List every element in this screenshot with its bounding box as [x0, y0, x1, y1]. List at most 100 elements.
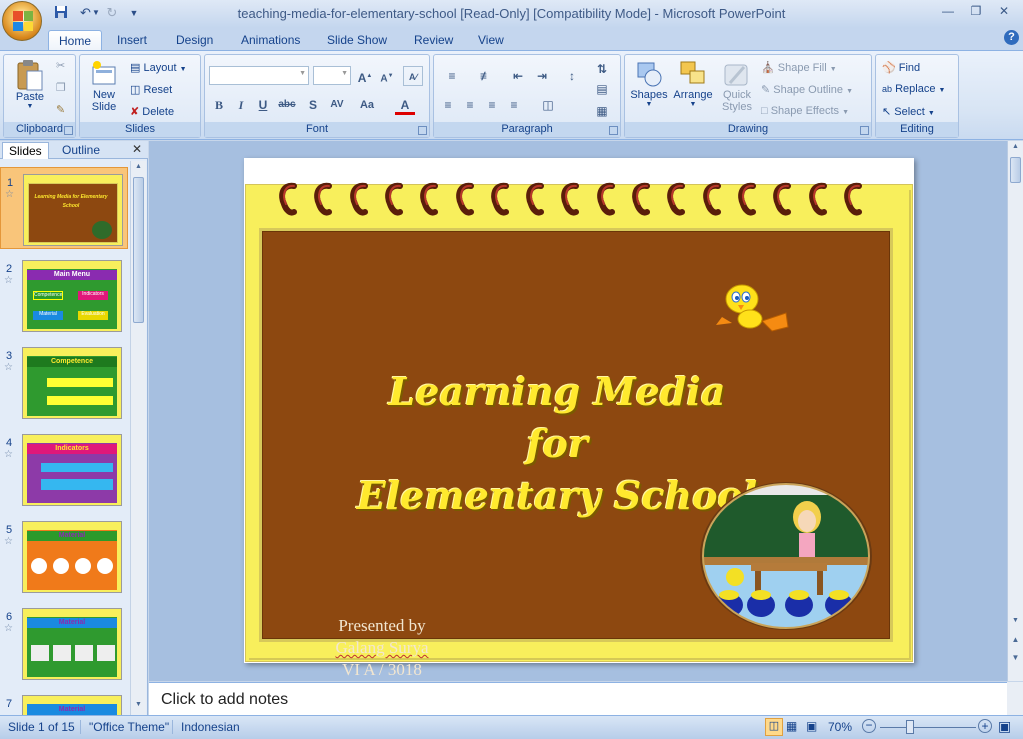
tab-slides[interactable]: Slides [2, 142, 49, 159]
shape-effects-button[interactable]: □ Shape Effects ▼ [761, 105, 849, 117]
tab-review[interactable]: Review [404, 30, 463, 51]
undo-dropdown-icon[interactable]: ▼ [92, 5, 100, 21]
decrease-indent-icon[interactable]: ⇤ [508, 66, 528, 86]
align-right-icon[interactable]: ≡ [482, 95, 502, 115]
slide-thumbnail-7[interactable]: 7 Material [0, 689, 128, 715]
thumbnail-scrollbar[interactable]: ▲ ▼ [130, 161, 146, 715]
scroll-thumb[interactable] [133, 177, 144, 323]
slide-sorter-icon[interactable]: ▦ [786, 719, 797, 733]
clear-formatting-icon[interactable]: A∕ [403, 66, 423, 86]
increase-indent-icon[interactable]: ⇥ [532, 66, 552, 86]
paste-dropdown-icon[interactable]: ▼ [12, 103, 48, 110]
scroll-down-icon[interactable]: ▼ [133, 701, 144, 713]
tab-design[interactable]: Design [166, 30, 223, 51]
quick-styles-button[interactable]: Quick Styles [717, 59, 757, 113]
bold-icon[interactable]: B [209, 95, 229, 115]
scroll-thumb[interactable] [1010, 157, 1021, 183]
undo-icon[interactable]: ↶ [70, 5, 91, 21]
shrink-font-icon[interactable]: A▼ [377, 66, 397, 86]
align-center-icon[interactable]: ≡ [460, 95, 480, 115]
replace-button[interactable]: ab Replace ▼ [882, 83, 945, 95]
shape-outline-button[interactable]: ✎ Shape Outline ▼ [761, 83, 853, 96]
underline-icon[interactable]: U [253, 95, 273, 115]
cut-icon[interactable]: ✂ [56, 59, 65, 72]
slide-thumbnail-1[interactable]: 1 ☆ Learning Media for Elementary School [0, 167, 128, 249]
scroll-up-icon[interactable]: ▲ [1010, 143, 1021, 155]
format-painter-icon[interactable]: ✎ [56, 103, 65, 116]
italic-icon[interactable]: I [231, 95, 251, 115]
restore-button[interactable]: ❐ [963, 2, 989, 20]
slide-canvas[interactable]: Learning Media for Elementary School Pre… [244, 158, 914, 679]
font-launcher-icon[interactable] [418, 126, 427, 135]
presenter-info[interactable]: Presented by Galang Surya VI A / 3018 [317, 615, 447, 681]
theme-name[interactable]: "Office Theme" [80, 720, 169, 734]
tab-insert[interactable]: Insert [107, 30, 157, 51]
zoom-slider[interactable] [880, 727, 976, 728]
tab-animations[interactable]: Animations [231, 30, 310, 51]
redo-icon[interactable]: ↻ [104, 5, 120, 21]
new-slide-button[interactable]: New Slide [86, 59, 122, 113]
delete-button[interactable]: ✘ Delete [130, 105, 174, 118]
text-shadow-icon[interactable]: S [303, 95, 323, 115]
next-slide-icon[interactable]: ▼ [1010, 653, 1021, 667]
notes-placeholder[interactable]: Click to add notes [161, 691, 288, 709]
zoom-in-icon[interactable]: + [978, 719, 992, 733]
fit-to-window-icon[interactable]: ▣ [998, 718, 1011, 735]
drawing-launcher-icon[interactable] [860, 126, 869, 135]
arrange-button[interactable]: Arrange ▼ [671, 59, 715, 108]
language[interactable]: Indonesian [172, 720, 240, 734]
close-button[interactable]: ✕ [991, 2, 1017, 20]
slide-thumbnail-4[interactable]: 4 ☆ Indicators [0, 428, 128, 510]
font-color-icon[interactable]: A [395, 95, 415, 115]
slide-show-icon[interactable]: ▣ [806, 719, 817, 733]
help-icon[interactable]: ? [1004, 30, 1019, 45]
bullets-icon[interactable]: ≡ [438, 66, 466, 86]
minimize-button[interactable]: — [935, 2, 961, 20]
slide-thumbnail-5[interactable]: 5 ☆ Material [0, 515, 128, 597]
tab-outline[interactable]: Outline [56, 142, 106, 159]
shapes-button[interactable]: Shapes ▼ [629, 59, 669, 108]
change-case-icon[interactable]: Aa [357, 95, 377, 115]
notes-scrollbar[interactable] [1007, 682, 1023, 715]
paragraph-launcher-icon[interactable] [609, 126, 618, 135]
reset-button[interactable]: ◫ Reset [130, 83, 172, 96]
zoom-out-icon[interactable]: − [862, 719, 876, 733]
close-pane-icon[interactable]: ✕ [132, 142, 142, 156]
shape-fill-button[interactable]: ⛪ Shape Fill ▼ [761, 61, 837, 74]
copy-icon[interactable]: ❐ [56, 81, 66, 94]
text-direction-icon[interactable]: ⇅ [592, 59, 612, 79]
customize-qat-icon[interactable]: ▼ [126, 5, 142, 21]
smartart-icon[interactable]: ▦ [592, 101, 612, 121]
grow-font-icon[interactable]: A▲ [355, 66, 375, 86]
clipboard-launcher-icon[interactable] [64, 126, 73, 135]
previous-slide-icon[interactable]: ▲ [1010, 635, 1021, 649]
notes-pane[interactable]: Click to add notes [149, 682, 1007, 715]
office-button[interactable] [2, 1, 42, 41]
numbering-icon[interactable]: ≢ [472, 66, 500, 86]
paste-button[interactable]: Paste ▼ [12, 59, 48, 110]
slide-scrollbar[interactable]: ▲ ▼ ▲ ▼ [1007, 141, 1023, 681]
layout-button[interactable]: ▤ Layout ▼ [130, 61, 187, 74]
align-text-icon[interactable]: ▤ [592, 79, 612, 99]
tab-home[interactable]: Home [48, 30, 103, 51]
strikethrough-icon[interactable]: abc [277, 95, 297, 115]
tab-view[interactable]: View [468, 30, 514, 51]
tab-slide-show[interactable]: Slide Show [317, 30, 397, 51]
font-size-combobox[interactable]: ▼ [313, 66, 351, 85]
save-icon[interactable] [48, 5, 67, 21]
scroll-down-icon[interactable]: ▼ [1010, 617, 1021, 629]
columns-icon[interactable]: ◫ [534, 95, 562, 115]
line-spacing-icon[interactable]: ↕ [558, 66, 586, 86]
font-name-combobox[interactable]: ▼ [209, 66, 309, 85]
normal-view-icon[interactable]: ◫ [765, 718, 783, 736]
align-left-icon[interactable]: ≡ [438, 95, 458, 115]
find-button[interactable]: ⚾ Find [882, 61, 920, 74]
slide-thumbnail-6[interactable]: 6 ☆ Material [0, 602, 128, 684]
character-spacing-icon[interactable]: AV [327, 95, 347, 115]
select-button[interactable]: ↖ Select ▼ [882, 105, 935, 118]
zoom-level[interactable]: 70% [828, 720, 852, 734]
scroll-up-icon[interactable]: ▲ [133, 163, 144, 175]
slide-thumbnail-2[interactable]: 2 ☆ Main Menu Competence Indicators Mate… [0, 254, 128, 336]
slide-thumbnail-3[interactable]: 3 ☆ Competence [0, 341, 128, 423]
zoom-slider-thumb[interactable] [906, 720, 914, 734]
